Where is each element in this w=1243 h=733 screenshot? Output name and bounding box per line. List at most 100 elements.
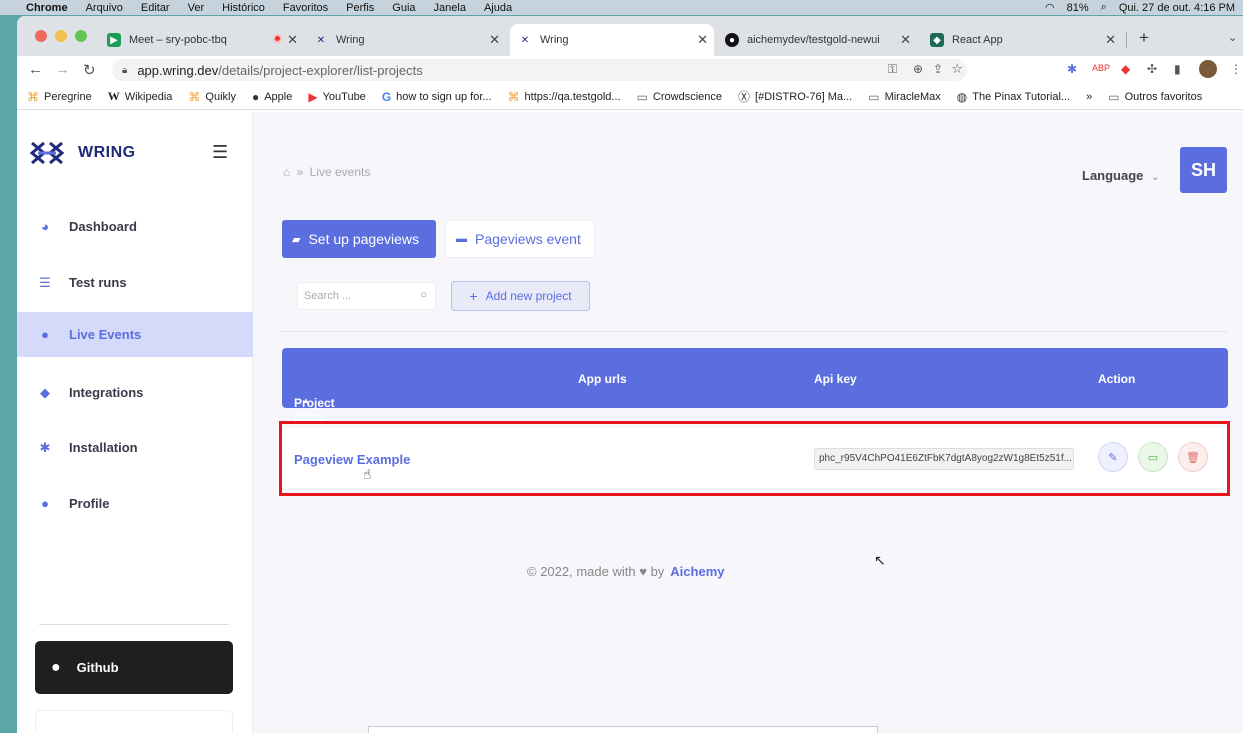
bookmark-peregrine[interactable]: ⌘ Peregrine [27,90,92,104]
close-tab-icon[interactable]: ✕ [287,32,298,48]
tab-github[interactable]: ● aichemydev/testgold-newui ✕ [717,24,917,56]
folder-icon: ▭ [868,89,880,104]
close-tab-icon[interactable]: ✕ [489,32,500,48]
language-dropdown[interactable]: Language ⌄ [1082,168,1159,183]
brand-name: WRING [78,144,136,161]
menu-ajuda[interactable]: Ajuda [484,2,512,14]
home-icon[interactable]: ⌂ [283,165,290,179]
lock-icon[interactable]: 🔒︎ [122,65,127,76]
tab-wring-active[interactable]: ✕ Wring ✕ [510,24,714,56]
bookmark-wikipedia[interactable]: W Wikipedia [108,89,173,104]
reload-icon[interactable]: ↻ [83,61,96,79]
tab-meet[interactable]: ▶ Meet – sry-pobc-tbq ✕ [99,24,304,56]
menubar-app-name[interactable]: Chrome [26,2,68,14]
adblock-icon[interactable]: ABP [1092,63,1110,73]
share-icon[interactable]: ⇪ [933,62,943,76]
search-input[interactable]: Search ... ○ [297,282,436,310]
add-new-project-button[interactable]: + Add new project [451,281,590,311]
profile-avatar[interactable] [1199,60,1217,78]
menu-arquivo[interactable]: Arquivo [86,2,123,14]
search-icon[interactable]: ○ [420,289,427,301]
tab-strip: ▶ Meet – sry-pobc-tbq ✕ ✕ Wring ✕ ✕ Wrin… [17,16,1243,56]
extension-icon[interactable]: ◆ [1121,62,1130,76]
wikipedia-icon: W [107,89,120,103]
key-icon[interactable]: ⚿ [888,62,897,77]
bookmark-label: Apple [264,90,293,103]
bookmark-miraclemax[interactable]: ▭ MiracleMax [868,90,941,104]
sidebar-item-dashboard[interactable]: ◕ Dashboard [17,204,253,249]
footer: © 2022, made with ♥ by Aichemy [527,564,725,579]
bookmark-other-favorites[interactable]: ▭ Outros favoritos [1108,90,1202,104]
zoom-window-icon[interactable] [75,30,87,42]
menu-perfis[interactable]: Perfis [346,2,374,14]
bookmark-label: Crowdscience [652,90,722,103]
github-favicon: ● [725,33,739,47]
menu-dots-icon[interactable]: ⋮ [1230,62,1242,76]
button-label: Add new project [485,289,572,303]
wring-logo[interactable]: WRING [30,140,136,166]
back-icon[interactable]: ← [28,61,43,78]
language-label: Language [1082,168,1144,183]
bookmark-star-icon[interactable]: ☆ [951,61,963,77]
sidebar-item-label: Profile [69,496,110,511]
bookmark-quikly[interactable]: ⌘ Quikly [188,90,236,104]
tab-search-chevron-icon[interactable]: ⌄ [1228,31,1237,44]
menu-editar[interactable]: Editar [141,2,170,14]
jira-icon: Ⓧ [738,90,751,104]
new-tab-icon[interactable]: + [1139,28,1149,48]
tab-label: Wring [540,34,569,46]
minimize-window-icon[interactable] [55,30,67,42]
sidepanel-icon[interactable]: ▮ [1174,62,1181,76]
bookmarks-overflow[interactable]: » [1086,91,1092,103]
sort-asc-icon[interactable]: ▲ [302,396,310,405]
bottom-overlay [368,726,878,733]
menu-guia[interactable]: Guia [392,2,415,14]
bookmark-crowdscience[interactable]: ▭ Crowdscience [637,90,722,104]
sidebar-item-test-runs[interactable]: ☰ Test runs [17,260,253,305]
menu-janela[interactable]: Janela [434,2,466,14]
tab-wring-1[interactable]: ✕ Wring ✕ [306,24,506,56]
bookmark-signup[interactable]: Ghow to sign up for... [382,90,492,104]
menu-favoritos[interactable]: Favoritos [283,2,328,14]
zoom-icon[interactable]: ⊕ [913,62,923,76]
sidebar-item-live-events[interactable]: ● Live Events [17,312,253,357]
browser-window: ▶ Meet – sry-pobc-tbq ✕ ✕ Wring ✕ ✕ Wrin… [17,16,1243,733]
menu-toggle-icon[interactable]: ☰ [212,142,228,163]
close-tab-icon[interactable]: ✕ [900,32,911,48]
setup-pageviews-button[interactable]: ▰ Set up pageviews [282,220,436,258]
github-button[interactable]: ● Github [35,641,233,694]
wring-favicon: ✕ [520,34,530,46]
wifi-icon[interactable]: ◠ [1045,1,1055,14]
sidebar-item-profile[interactable]: ● Profile [17,481,253,526]
menu-ver[interactable]: Ver [188,2,205,14]
footer-brand-link[interactable]: Aichemy [670,564,724,579]
bookmarks-bar: ⌘ Peregrine W Wikipedia ⌘ Quikly ● Apple ▶ Yo… [17,84,1243,110]
bookmark-apple[interactable]: ● Apple [252,90,292,104]
extension-icon[interactable]: ✱ [1067,62,1077,76]
bookmark-label: MiracleMax [884,90,941,103]
bookmark-distro[interactable]: Ⓧ [#DISTRO-76] Ma... [738,88,852,105]
bookmark-pinax[interactable]: ◍ The Pinax Tutorial... [957,90,1070,104]
datetime[interactable]: Qui. 27 de out. 4:16 PM [1119,2,1235,14]
search-icon[interactable]: ⌕ [1101,1,1107,14]
battery-label[interactable]: 81% [1067,2,1089,14]
close-window-icon[interactable] [35,30,47,42]
close-tab-icon[interactable]: ✕ [1105,32,1116,48]
sidebar-item-integrations[interactable]: ◆ Integrations [17,370,253,415]
puzzle-icon[interactable]: ✣ [1147,62,1157,76]
main-content: ⌂ » Live events Language ⌄ SH ▰ Set up p… [253,112,1243,733]
gear-icon: ✱ [39,439,51,455]
sidebar-item-installation[interactable]: ✱ Installation [17,425,253,470]
pageviews-event-button[interactable]: ▬ Pageviews event [445,220,595,258]
sidebar-secondary-button[interactable] [35,710,233,733]
user-avatar[interactable]: SH [1180,147,1227,193]
menu-historico[interactable]: Histórico [222,2,265,14]
address-bar[interactable]: 🔒︎ app.wring.dev/details/project-explore… [112,59,967,81]
tab-react-app[interactable]: ◆ React App ✕ [922,24,1122,56]
forward-icon[interactable]: → [55,61,70,78]
bookmark-qa-testgold[interactable]: ⌘ https://qa.testgold... [508,90,621,104]
chevron-down-icon: ⌄ [1151,172,1160,183]
bookmark-youtube[interactable]: ▶ YouTube [308,90,365,104]
bookmark-icon: ⌘ [27,89,39,104]
close-tab-icon[interactable]: ✕ [697,32,708,48]
